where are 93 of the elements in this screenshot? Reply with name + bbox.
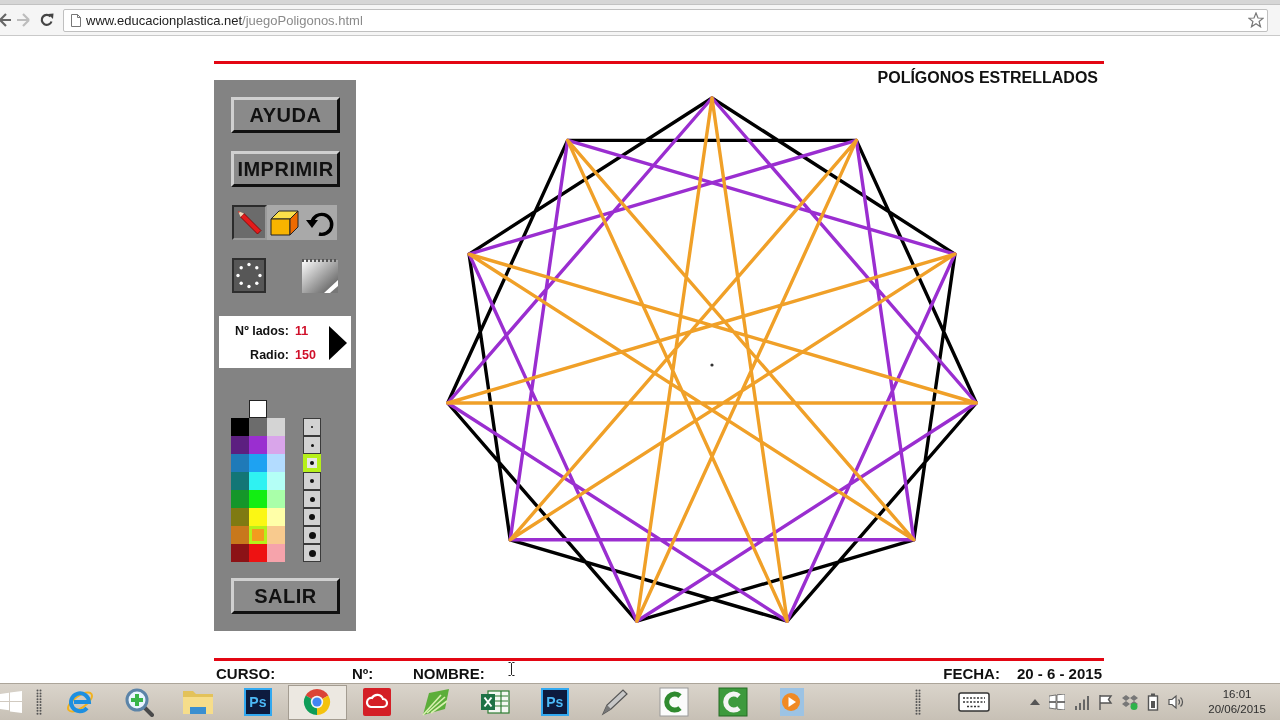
c-logo-icon [718,687,748,717]
play-triangle-icon[interactable] [329,326,347,360]
color-swatch[interactable] [249,454,267,472]
dot-icon [309,496,315,502]
color-swatch[interactable] [231,490,249,508]
form-label: Nº: [352,665,375,682]
page-title: POLÍGONOS ESTRELLADOS [876,68,1099,88]
dot-icon [310,479,314,483]
color-swatch[interactable] [267,544,285,562]
cloud-logo-icon [361,687,392,717]
tool-button[interactable] [232,205,267,240]
menu-button[interactable]: IMPRIMIR [231,151,340,187]
spreadsheet-icon [480,688,511,716]
windows-logo-icon[interactable] [1049,694,1066,710]
parameter-label: Radio: [249,348,289,362]
page-icon [71,13,81,27]
grip-dots-icon [915,689,922,715]
dot-icon [310,443,314,447]
speaker-icon[interactable] [1168,694,1185,710]
dot-icon [310,461,314,465]
taskbar-button[interactable] [287,684,347,720]
url-text: www.educacionplastica.net/juegoPoligonos.html [86,12,363,28]
exit-button[interactable]: SALIR [231,578,340,614]
magnifier-icon [124,687,155,717]
color-swatch[interactable] [267,508,285,526]
line-width-option[interactable] [303,508,321,526]
play-icon [778,687,807,717]
taskbar-button[interactable]: Ps [228,684,288,720]
flag-icon[interactable] [1098,694,1114,710]
clock-date: 20/06/2015 [1208,702,1266,717]
color-swatch[interactable] [231,544,249,562]
color-swatch[interactable] [249,400,267,418]
color-swatch[interactable] [267,526,285,544]
address-bar[interactable]: www.educacionplastica.net/juegoPoligonos.html [63,8,1268,32]
color-swatch[interactable] [231,454,249,472]
reload-icon[interactable] [40,13,54,27]
color-swatch[interactable] [267,436,285,454]
gradient-fill-icon[interactable] [302,258,338,293]
signal-bars-icon[interactable] [1074,694,1090,710]
browser-logo-icon [302,687,333,717]
color-swatch[interactable] [267,490,285,508]
date-value: 20 - 6 - 2015 [1016,665,1102,682]
line-width-option[interactable] [303,436,321,454]
parameter-label: Nº lados: [234,324,289,338]
color-swatch[interactable] [231,508,249,526]
color-swatch[interactable] [249,490,267,508]
battery-icon[interactable] [1147,693,1160,711]
tool-button[interactable] [302,205,337,240]
color-swatch[interactable] [267,454,285,472]
menu-button[interactable]: AYUDA [231,97,340,133]
pencil-icon [236,209,263,236]
color-swatch[interactable] [231,472,249,490]
parameter-value: 150 [294,348,317,362]
sync-box-icon[interactable] [1122,694,1139,710]
color-swatch[interactable] [249,436,267,454]
eraser-icon [270,209,299,236]
text-cursor-icon [508,662,515,676]
ps-logo: Ps [243,688,272,716]
bookmark-star-icon[interactable] [1248,12,1264,28]
c-logo-icon [658,687,689,717]
ps-logo: Ps [540,688,569,716]
caret-up-icon[interactable] [1030,699,1041,705]
tool-button[interactable] [267,205,302,240]
color-swatch[interactable] [249,472,267,490]
form-label: NOMBRE: [413,665,485,682]
taskbar-button[interactable]: Ps [525,684,585,720]
color-swatch[interactable] [267,472,285,490]
dot-icon [308,531,316,539]
color-swatch[interactable] [231,526,249,544]
color-swatch[interactable] [249,508,267,526]
dot-icon [308,549,316,557]
color-swatch[interactable] [249,526,267,544]
form-label: CURSO: [216,665,277,682]
dot-icon [309,514,315,520]
back-icon[interactable] [0,13,11,27]
line-width-option[interactable] [303,490,321,508]
line-width-option[interactable] [303,418,321,436]
color-swatch[interactable] [231,436,249,454]
keyboard-icon[interactable] [958,692,991,712]
clock-time: 16:01 [1222,687,1252,702]
color-swatch[interactable] [231,418,249,436]
line-width-option[interactable] [303,526,321,544]
line-width-option[interactable] [303,472,321,490]
color-swatch[interactable] [267,418,285,436]
center-dot-icon [710,363,714,367]
leaf-pen-icon [421,687,452,717]
grip-dots-icon [36,689,42,715]
parameter-value: 11 [294,324,310,338]
color-swatch[interactable] [249,544,267,562]
line-width-option[interactable] [303,544,321,562]
pen-tool-icon [599,687,630,717]
color-swatch[interactable] [249,418,267,436]
date-label: FECHA: [943,665,1000,682]
